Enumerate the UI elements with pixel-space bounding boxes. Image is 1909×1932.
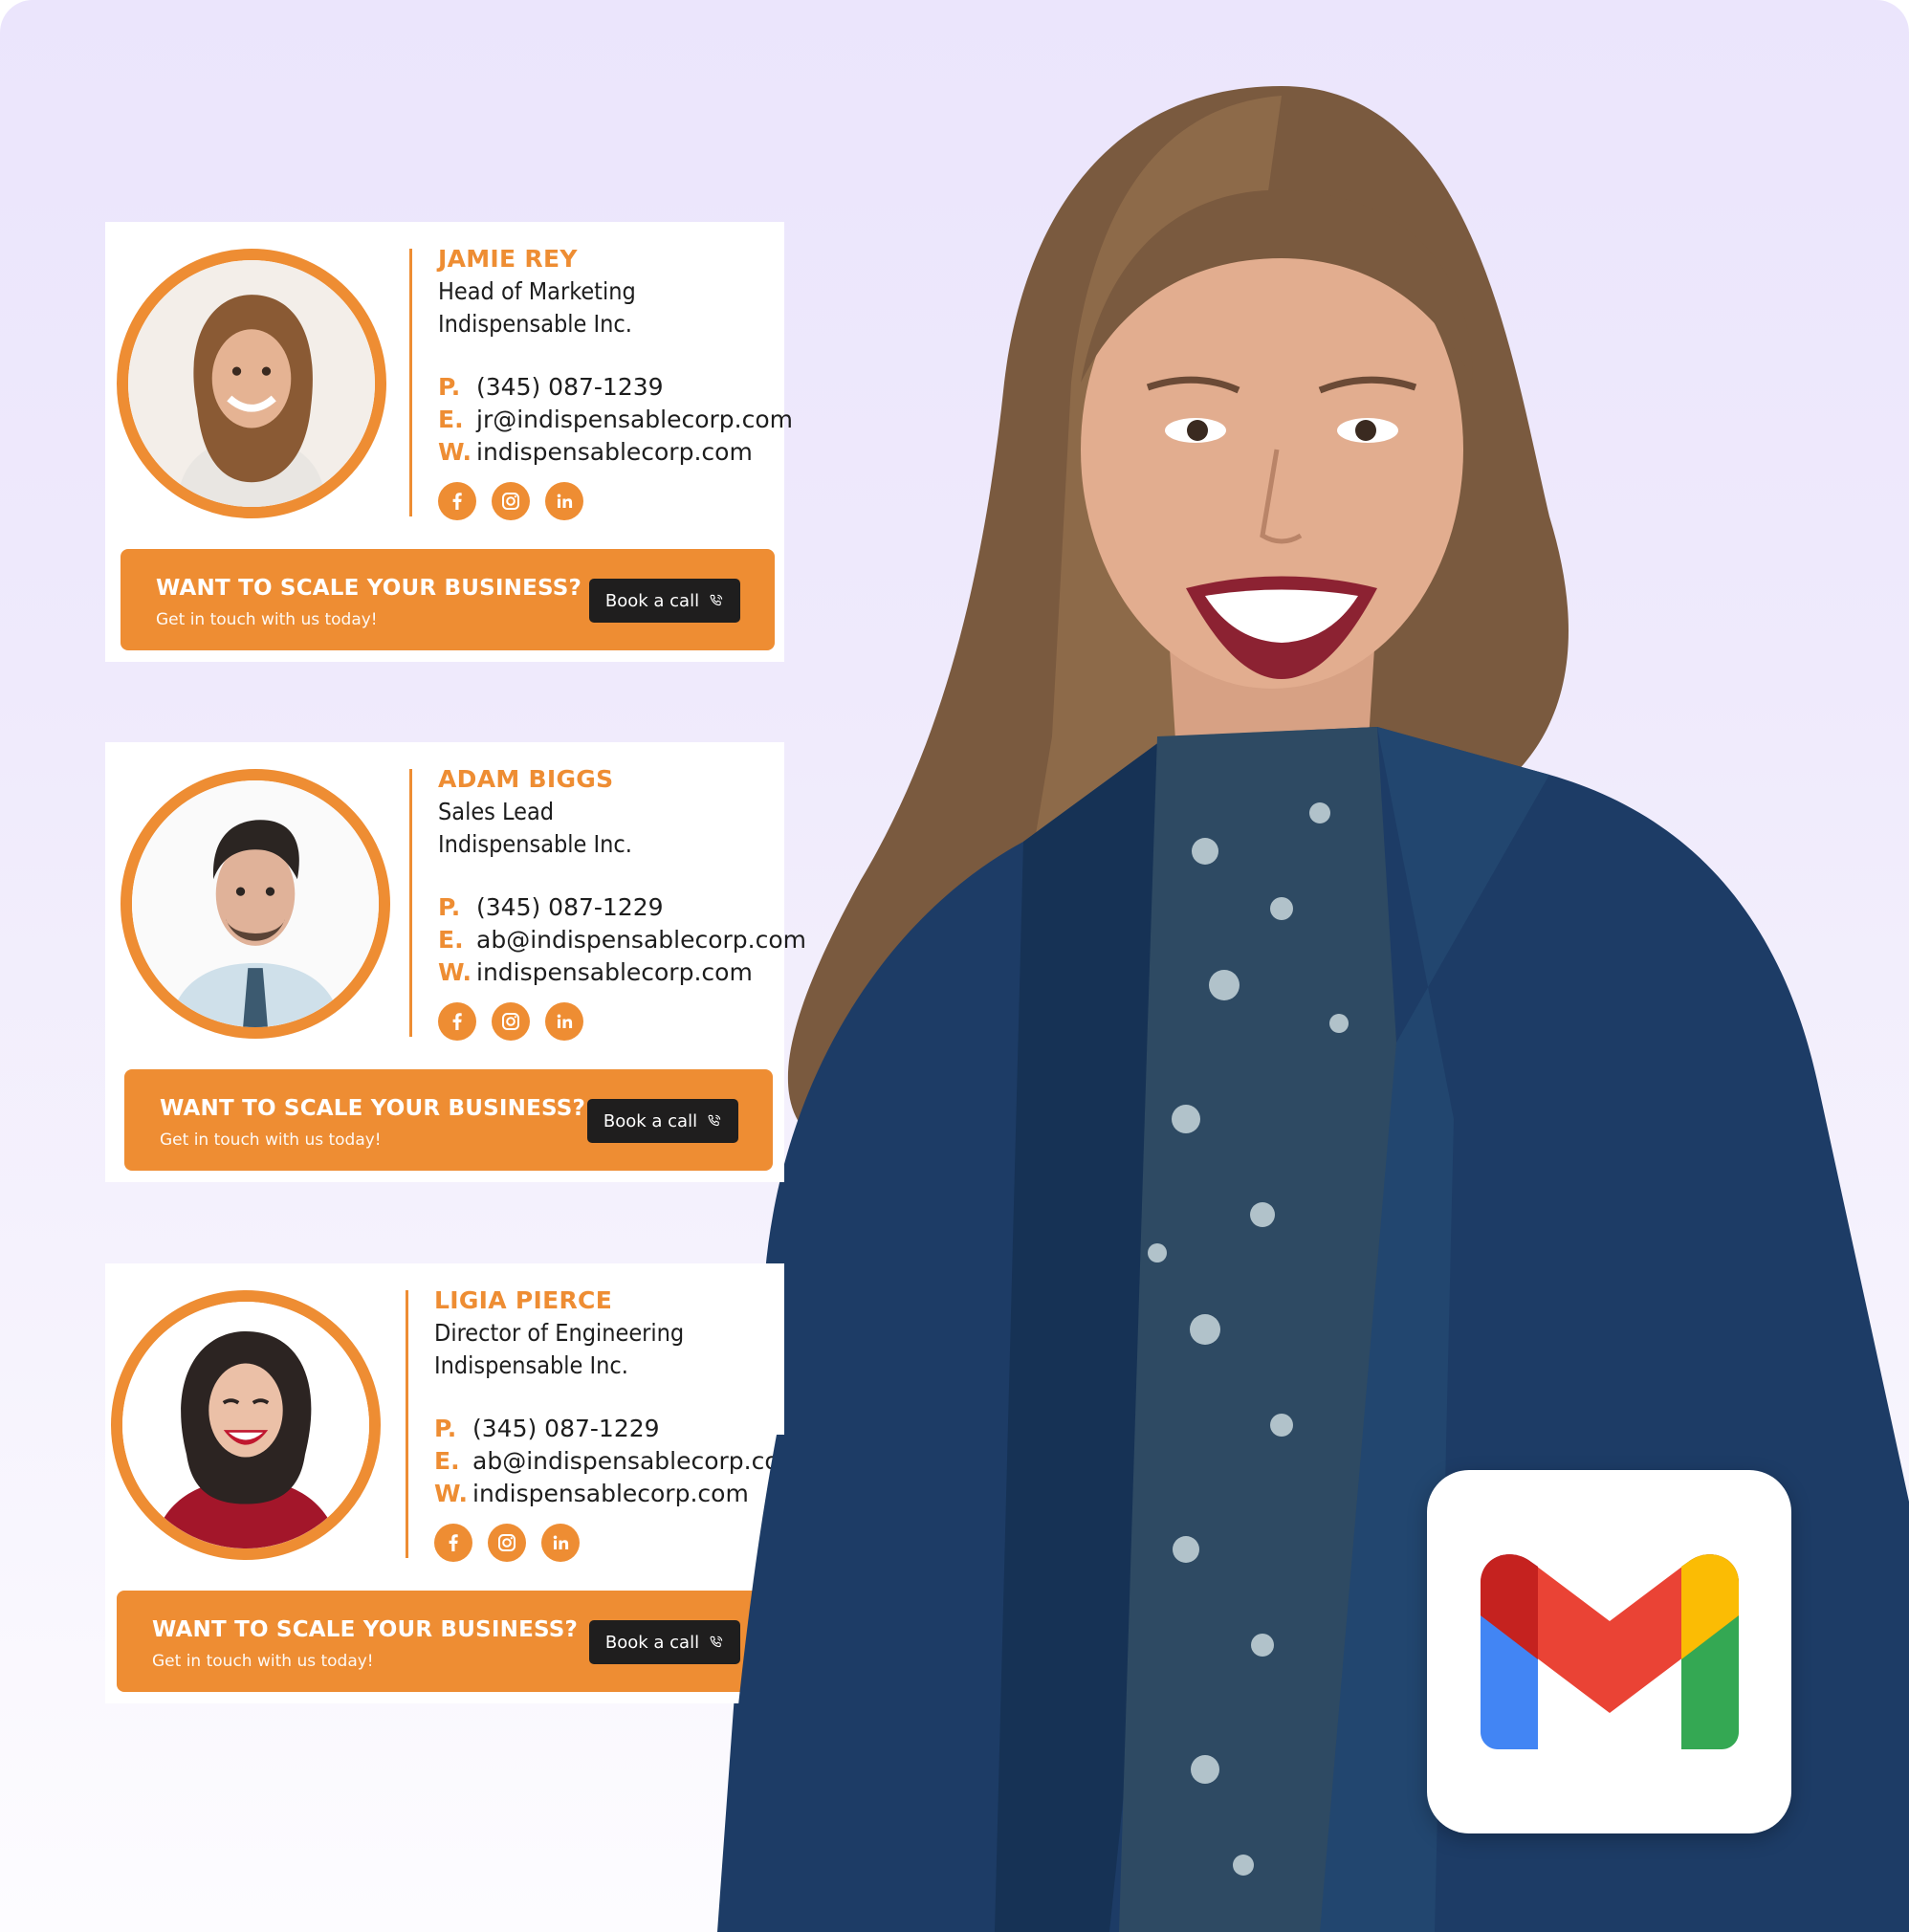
card-info: JAMIE REY Head of Marketing Indispensabl…	[438, 243, 793, 520]
gmail-logo-tile	[1427, 1470, 1791, 1833]
phone-value[interactable]: (345) 087-1239	[476, 373, 664, 401]
phone-call-icon	[710, 594, 723, 606]
linkedin-icon	[553, 1535, 569, 1549]
cta-banner: WANT TO SCALE YOUR BUSINESS? Get in touc…	[124, 1069, 773, 1171]
phone-value[interactable]: (345) 087-1229	[476, 893, 664, 921]
facebook-link[interactable]	[438, 482, 476, 520]
instagram-link[interactable]	[492, 482, 530, 520]
email-row: E. jr@indispensablecorp.com	[438, 404, 793, 436]
avatar-photo	[132, 780, 379, 1027]
phone-row: P. (345) 087-1239	[438, 371, 784, 404]
company-name: Indispensable Inc.	[434, 1351, 628, 1379]
linkedin-link[interactable]	[545, 482, 583, 520]
instagram-icon	[498, 1534, 516, 1551]
person-name: LIGIA PIERCE	[434, 1286, 613, 1314]
website-row: W. indispensablecorp.com	[438, 956, 784, 989]
book-a-call-button[interactable]: Book a call	[587, 1099, 738, 1143]
company-name: Indispensable Inc.	[438, 310, 632, 338]
email-row: E. ab@indispensablecorp.com	[438, 924, 806, 956]
social-links	[438, 1002, 784, 1041]
card-divider	[409, 769, 412, 1037]
social-links	[438, 482, 784, 520]
linkedin-icon	[557, 1014, 573, 1028]
book-a-call-button[interactable]: Book a call	[589, 1620, 740, 1664]
website-key: W.	[438, 958, 472, 986]
email-key: E.	[438, 926, 464, 954]
card-divider	[409, 249, 412, 516]
instagram-link[interactable]	[492, 1002, 530, 1041]
phone-key: P.	[438, 893, 461, 921]
job-title: Director of Engineering	[434, 1319, 685, 1347]
job-title: Sales Lead	[438, 798, 555, 825]
instagram-icon	[502, 493, 519, 510]
signature-card-jamie-rey: JAMIE REY Head of Marketing Indispensabl…	[105, 222, 793, 662]
cta-subtitle: Get in touch with us today!	[160, 1131, 382, 1150]
website-key: W.	[434, 1480, 469, 1507]
website-link[interactable]: indispensablecorp.com	[476, 958, 753, 986]
avatar-ligia-pierce	[111, 1290, 381, 1560]
facebook-link[interactable]	[434, 1524, 472, 1562]
avatar-jamie-rey	[117, 249, 386, 518]
avatar-photo	[128, 260, 375, 507]
email-link[interactable]: jr@indispensablecorp.com	[476, 406, 793, 433]
book-a-call-label: Book a call	[603, 1110, 698, 1131]
cta-banner: WANT TO SCALE YOUR BUSINESS? Get in touc…	[117, 1591, 775, 1692]
linkedin-icon	[557, 494, 573, 508]
facebook-icon	[452, 493, 462, 510]
website-link[interactable]: indispensablecorp.com	[472, 1480, 749, 1507]
cta-title: WANT TO SCALE YOUR BUSINESS?	[156, 576, 582, 601]
facebook-link[interactable]	[438, 1002, 476, 1041]
email-key: E.	[434, 1447, 460, 1475]
phone-key: P.	[438, 373, 461, 401]
gmail-icon	[1481, 1554, 1739, 1749]
website-link[interactable]: indispensablecorp.com	[476, 438, 753, 466]
signature-card-adam-biggs: ADAM BIGGS Sales Lead Indispensable Inc.…	[105, 742, 806, 1182]
job-title: Head of Marketing	[438, 277, 636, 305]
cta-title: WANT TO SCALE YOUR BUSINESS?	[160, 1096, 586, 1121]
portrait-arm-overlap	[719, 1435, 968, 1932]
card-info: ADAM BIGGS Sales Lead Indispensable Inc.…	[438, 763, 806, 1041]
card-divider	[406, 1290, 408, 1558]
linkedin-link[interactable]	[545, 1002, 583, 1041]
person-name: ADAM BIGGS	[438, 765, 614, 793]
phone-call-icon	[708, 1114, 721, 1127]
phone-key: P.	[434, 1415, 457, 1442]
email-key: E.	[438, 406, 464, 433]
website-row: W. indispensablecorp.com	[438, 436, 784, 469]
facebook-icon	[449, 1534, 458, 1551]
cta-banner: WANT TO SCALE YOUR BUSINESS? Get in touc…	[121, 549, 775, 650]
linkedin-link[interactable]	[541, 1524, 580, 1562]
email-link[interactable]: ab@indispensablecorp.com	[476, 926, 806, 954]
avatar-adam-biggs	[121, 769, 390, 1039]
phone-row: P. (345) 087-1229	[438, 891, 784, 924]
book-a-call-button[interactable]: Book a call	[589, 579, 740, 623]
cta-title: WANT TO SCALE YOUR BUSINESS?	[152, 1617, 579, 1642]
person-name: JAMIE REY	[438, 245, 578, 273]
instagram-icon	[502, 1013, 519, 1030]
facebook-icon	[452, 1013, 462, 1030]
book-a-call-label: Book a call	[604, 1632, 700, 1653]
avatar-photo	[122, 1302, 369, 1548]
cta-subtitle: Get in touch with us today!	[156, 610, 378, 629]
instagram-link[interactable]	[488, 1524, 526, 1562]
cta-subtitle: Get in touch with us today!	[152, 1652, 374, 1671]
phone-value[interactable]: (345) 087-1229	[472, 1415, 660, 1442]
website-key: W.	[438, 438, 472, 466]
promo-canvas: JAMIE REY Head of Marketing Indispensabl…	[0, 0, 1909, 1932]
book-a-call-label: Book a call	[604, 590, 700, 611]
signature-card-ligia-pierce: LIGIA PIERCE Director of Engineering Ind…	[105, 1263, 802, 1703]
company-name: Indispensable Inc.	[438, 830, 632, 858]
